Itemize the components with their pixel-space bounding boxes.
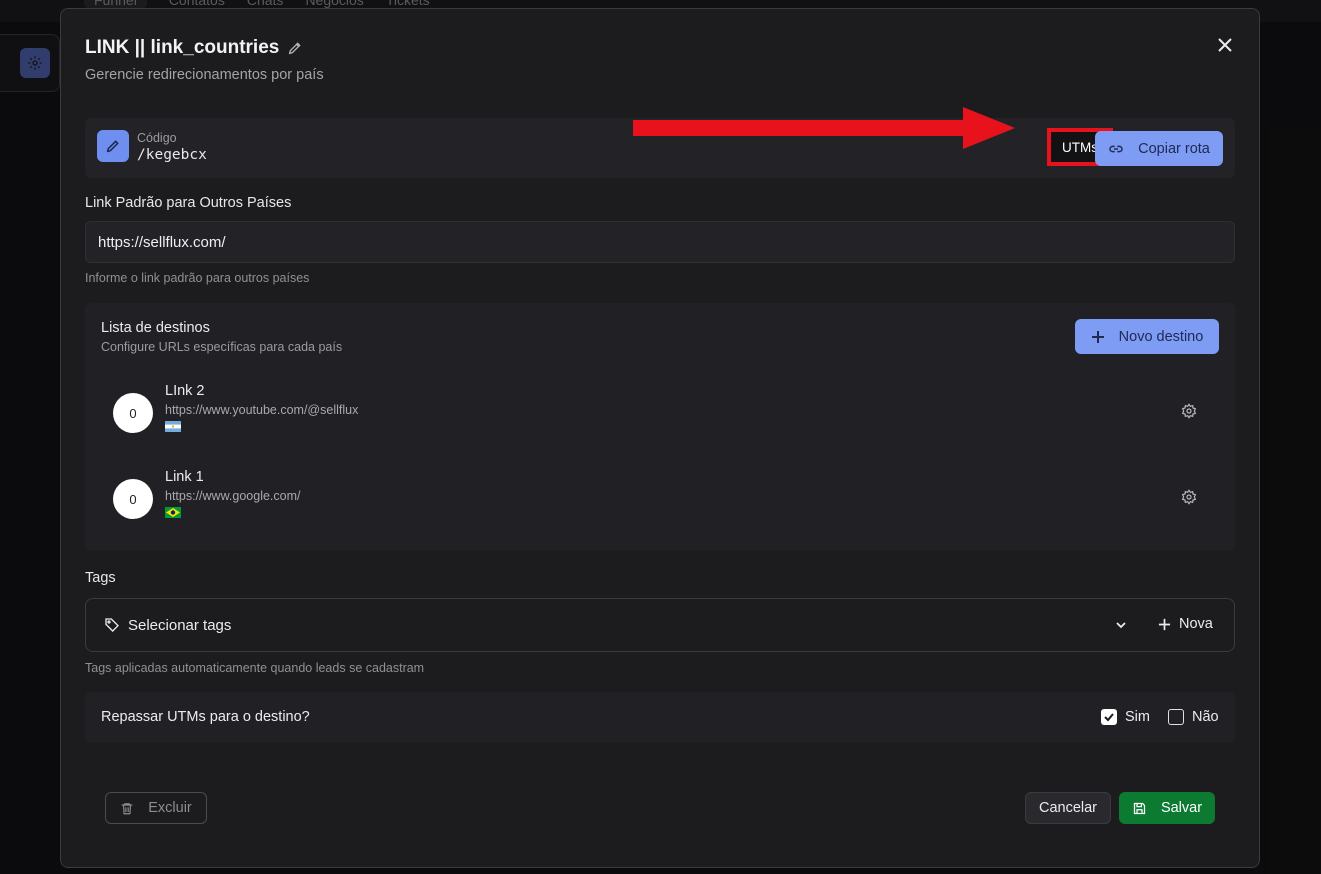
save-icon (1133, 802, 1146, 814)
destinations-title: Lista de destinos (101, 320, 210, 336)
default-link-value: https://sellflux.com/ (98, 233, 226, 251)
modal-subtitle: Gerencie redirecionamentos por país (85, 67, 324, 83)
plus-icon (1091, 330, 1104, 343)
destination-url: https://www.google.com/ (165, 489, 301, 503)
utm-passthrough-row: Repassar UTMs para o destino? Sim Não (85, 692, 1235, 742)
destination-item[interactable]: 0 Link 1 https://www.google.com/ (113, 469, 1213, 529)
no-label: Não (1192, 709, 1219, 725)
copy-route-button[interactable]: Copiar rota (1095, 131, 1223, 166)
link-modal: LINK || link_countries Gerencie redireci… (60, 8, 1260, 868)
destinations-subtitle: Configure URLs específicas para cada paí… (101, 340, 343, 354)
tags-hint: Tags aplicadas automaticamente quando le… (85, 661, 425, 675)
destination-url: https://www.youtube.com/@sellflux (165, 403, 359, 417)
chevron-down-icon[interactable] (1114, 618, 1128, 632)
utm-passthrough-question: Repassar UTMs para o destino? (101, 709, 310, 725)
destination-item[interactable]: 0 LInk 2 https://www.youtube.com/@sellfl… (113, 383, 1213, 443)
tags-placeholder: Selecionar tags (128, 617, 232, 634)
code-value: /kegebcx (137, 147, 207, 163)
modal-header: LINK || link_countries (85, 37, 303, 59)
red-arrow-annotation (633, 107, 1015, 149)
new-destination-button[interactable]: Novo destino (1075, 319, 1219, 354)
utms-button-label: UTMs (1062, 139, 1098, 155)
tag-icon (105, 618, 119, 632)
edit-title-icon[interactable] (287, 40, 303, 56)
cancel-button[interactable]: Cancelar (1025, 792, 1111, 824)
pencil-icon (106, 140, 119, 153)
copy-route-label: Copiar rota (1138, 140, 1210, 157)
brazil-flag-icon (165, 507, 181, 518)
destination-name: LInk 2 (165, 383, 205, 399)
tags-label: Tags (85, 570, 116, 586)
destination-settings-gear-icon[interactable] (1181, 403, 1197, 419)
new-tag-label: Nova (1179, 616, 1213, 632)
save-button[interactable]: Salvar (1119, 792, 1215, 824)
new-tag-button[interactable]: Nova (1158, 616, 1213, 632)
trash-icon (121, 802, 133, 814)
destination-count-avatar: 0 (113, 393, 153, 433)
code-label: Código (137, 131, 177, 145)
destination-settings-gear-icon[interactable] (1181, 489, 1197, 505)
no-checkbox[interactable] (1168, 709, 1184, 725)
edit-code-button[interactable] (97, 130, 129, 162)
delete-button[interactable]: Excluir (105, 792, 207, 824)
destination-name: Link 1 (165, 469, 204, 485)
tags-select[interactable]: Selecionar tags Nova (85, 598, 1235, 652)
yes-label: Sim (1125, 709, 1150, 725)
save-label: Salvar (1160, 800, 1203, 816)
default-link-input[interactable]: https://sellflux.com/ (85, 221, 1235, 263)
default-link-label: Link Padrão para Outros Países (85, 195, 292, 211)
plus-icon (1158, 618, 1171, 630)
destinations-panel: Lista de destinos Configure URLs específ… (85, 303, 1235, 550)
link-icon (1109, 145, 1123, 152)
delete-label: Excluir (148, 800, 192, 816)
modal-title: LINK || link_countries (85, 37, 280, 58)
close-icon (1218, 38, 1232, 52)
default-link-hint: Informe o link padrão para outros países (85, 271, 310, 285)
utm-no-option[interactable]: Não (1168, 709, 1219, 725)
new-destination-label: Novo destino (1118, 328, 1204, 345)
utm-yes-option[interactable]: Sim (1101, 709, 1150, 725)
close-button[interactable] (1213, 33, 1237, 57)
destination-count-avatar: 0 (113, 479, 153, 519)
check-icon (1104, 713, 1114, 722)
argentina-flag-icon (165, 421, 181, 432)
cancel-label: Cancelar (1038, 800, 1098, 816)
yes-checkbox[interactable] (1101, 709, 1117, 725)
